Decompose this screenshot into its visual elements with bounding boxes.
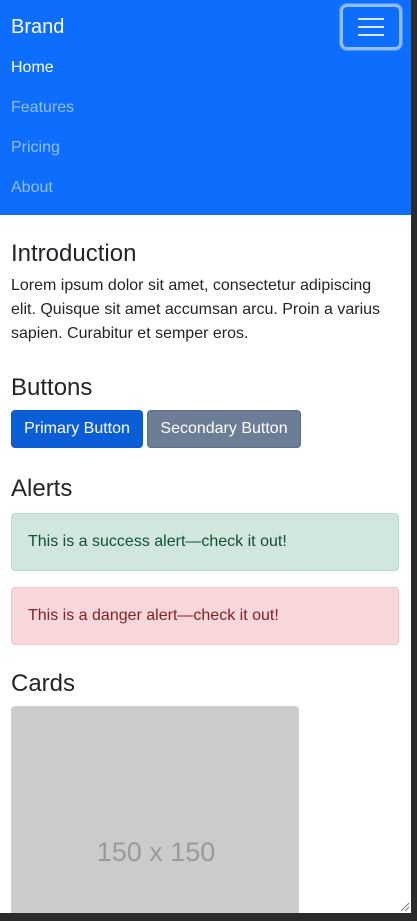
nav-link-pricing[interactable]: Pricing (11, 135, 74, 175)
nav-link-features[interactable]: Features (11, 95, 74, 135)
vertical-scrollbar[interactable] (411, 0, 417, 921)
nav-link-about[interactable]: About (11, 175, 74, 215)
card-image-placeholder: 150 x 150 (96, 837, 216, 867)
nav-item-home: Home (11, 55, 74, 95)
nav-item-pricing: Pricing (11, 135, 74, 175)
nav-item-features: Features (11, 95, 74, 135)
browser-viewport: Brand Home Features Pricing About Introd… (0, 0, 411, 913)
resize-grip-icon[interactable] (398, 900, 410, 912)
navbar: Brand Home Features Pricing About (0, 0, 411, 215)
primary-button[interactable]: Primary Button (11, 410, 143, 448)
nav-link-home[interactable]: Home (11, 55, 74, 95)
navbar-brand[interactable]: Brand (11, 15, 64, 39)
nav-item-about: About (11, 175, 74, 215)
cards-heading: Cards (11, 670, 76, 697)
danger-alert: This is a danger alert—check it out! (11, 587, 399, 645)
alerts-heading: Alerts (11, 475, 73, 502)
success-alert: This is a success alert—check it out! (11, 513, 399, 571)
hamburger-menu-icon (358, 18, 384, 36)
button-row: Primary Button Secondary Button (11, 410, 400, 448)
buttons-heading: Buttons (11, 374, 93, 401)
navbar-toggler-button[interactable] (340, 4, 402, 50)
introduction-heading: Introduction (11, 240, 137, 267)
main-content: Introduction Lorem ipsum dolor sit amet,… (0, 239, 411, 913)
introduction-text: Lorem ipsum dolor sit amet, consectetur … (11, 277, 381, 342)
card: 150 x 150 (11, 706, 299, 913)
horizontal-scrollbar[interactable] (0, 913, 417, 921)
nav-list: Home Features Pricing About (11, 55, 74, 215)
secondary-button[interactable]: Secondary Button (147, 410, 301, 448)
